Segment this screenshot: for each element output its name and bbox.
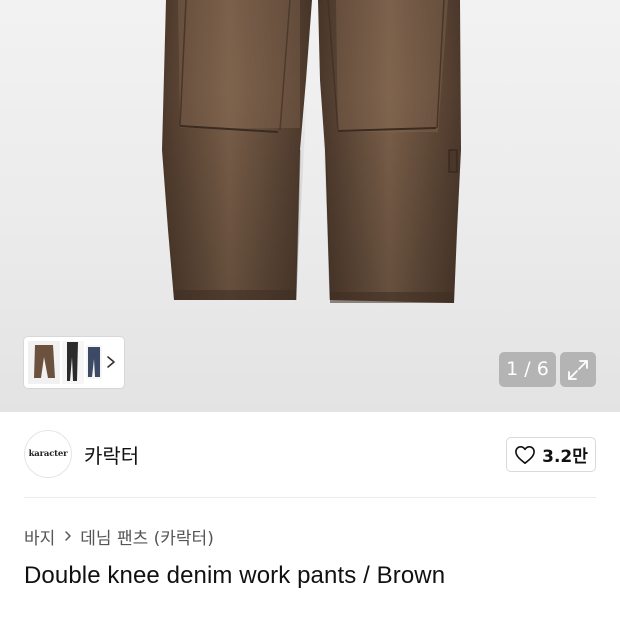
like-button[interactable]: 3.2만 (506, 437, 596, 472)
breadcrumb-category[interactable]: 바지 (24, 524, 55, 549)
like-count: 3.2만 (542, 447, 588, 467)
breadcrumb: 바지 데님 팬츠 (카락터) (24, 524, 214, 549)
product-title: Double knee denim work pants / Brown (24, 562, 446, 589)
chevron-right-icon[interactable] (104, 352, 118, 372)
divider (24, 497, 596, 498)
image-counter: 1 / 6 (499, 352, 556, 387)
brand-row: karacter 카락터 3.2만 (0, 412, 620, 498)
expand-button[interactable] (560, 352, 596, 387)
brand-name[interactable]: 카락터 (84, 440, 139, 469)
breadcrumb-subcategory[interactable]: 데님 팬츠 (카락터) (80, 524, 214, 549)
chevron-right-icon (63, 529, 73, 543)
product-image-gallery[interactable]: 1 / 6 (0, 0, 620, 412)
expand-icon (568, 360, 588, 380)
brand-logo[interactable]: karacter (24, 430, 72, 478)
heart-icon (515, 445, 536, 464)
